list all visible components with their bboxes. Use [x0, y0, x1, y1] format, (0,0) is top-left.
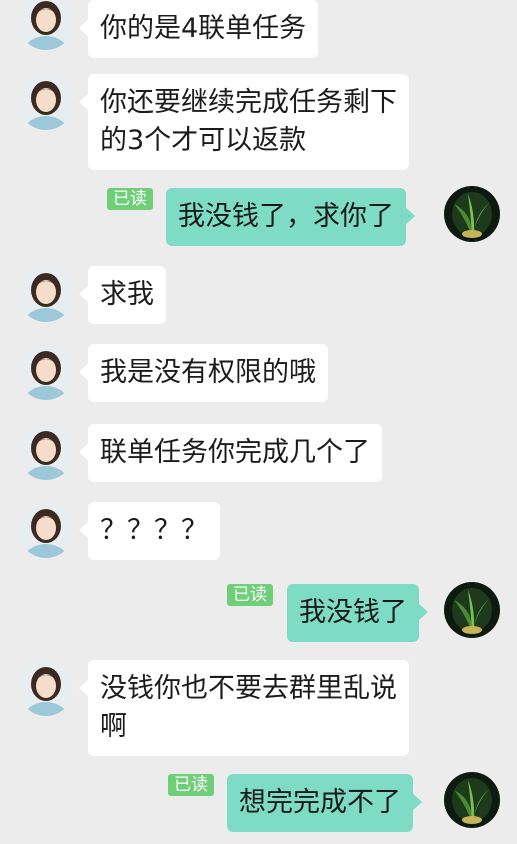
contact-avatar[interactable]: [18, 424, 74, 480]
message-bubble[interactable]: 求我: [79, 266, 166, 324]
woman-portrait-icon: [18, 0, 74, 50]
message-bubble[interactable]: 我是没有权限的哦: [79, 344, 328, 402]
message-bubble[interactable]: ？？？？: [79, 502, 220, 560]
message-bubble[interactable]: 联单任务你完成几个了: [79, 424, 382, 482]
message-text: 啊: [100, 711, 127, 742]
read-receipt-badge: 已读: [227, 584, 273, 606]
self-avatar[interactable]: [444, 772, 500, 828]
message-bubble[interactable]: 我没钱了，求你了: [166, 188, 415, 246]
message-text: 你还要继续完成任务剩下: [100, 87, 397, 118]
woman-portrait-icon: [18, 660, 74, 716]
message-text: 我是没有权限的哦: [100, 357, 316, 388]
plant-icon: [444, 772, 500, 828]
message-text: 你的是4联单任务: [100, 13, 307, 44]
contact-avatar[interactable]: [18, 502, 74, 558]
message-text: 我没钱了，求你了: [178, 201, 394, 232]
message-text: ？？？？: [100, 515, 208, 546]
woman-portrait-icon: [18, 344, 74, 400]
plant-icon: [444, 186, 500, 242]
self-avatar[interactable]: [444, 186, 500, 242]
message-text: 我没钱了: [299, 597, 407, 628]
woman-portrait-icon: [18, 74, 74, 130]
woman-portrait-icon: [18, 424, 74, 480]
contact-avatar[interactable]: [18, 660, 74, 716]
contact-avatar[interactable]: [18, 74, 74, 130]
contact-avatar[interactable]: [18, 266, 74, 322]
contact-avatar[interactable]: [18, 0, 74, 50]
message-text: 联单任务你完成几个了: [100, 437, 370, 468]
woman-portrait-icon: [18, 502, 74, 558]
read-receipt-badge: 已读: [107, 188, 153, 210]
plant-icon: [444, 582, 500, 638]
contact-avatar[interactable]: [18, 344, 74, 400]
message-bubble[interactable]: 你还要继续完成任务剩下 的3个才可以返款: [79, 74, 409, 170]
message-text: 求我: [100, 279, 154, 310]
message-bubble[interactable]: 我没钱了: [287, 584, 428, 642]
message-bubble[interactable]: 你的是4联单任务: [78, 0, 319, 58]
message-text: 的3个才可以返款: [100, 125, 307, 156]
self-avatar[interactable]: [444, 582, 500, 638]
message-text: 没钱你也不要去群里乱说: [100, 673, 397, 704]
message-text: 想完完成不了: [239, 787, 401, 818]
read-receipt-badge: 已读: [168, 774, 214, 796]
woman-portrait-icon: [18, 266, 74, 322]
message-bubble[interactable]: 想完完成不了: [227, 774, 422, 832]
message-bubble[interactable]: 没钱你也不要去群里乱说 啊: [79, 660, 409, 756]
